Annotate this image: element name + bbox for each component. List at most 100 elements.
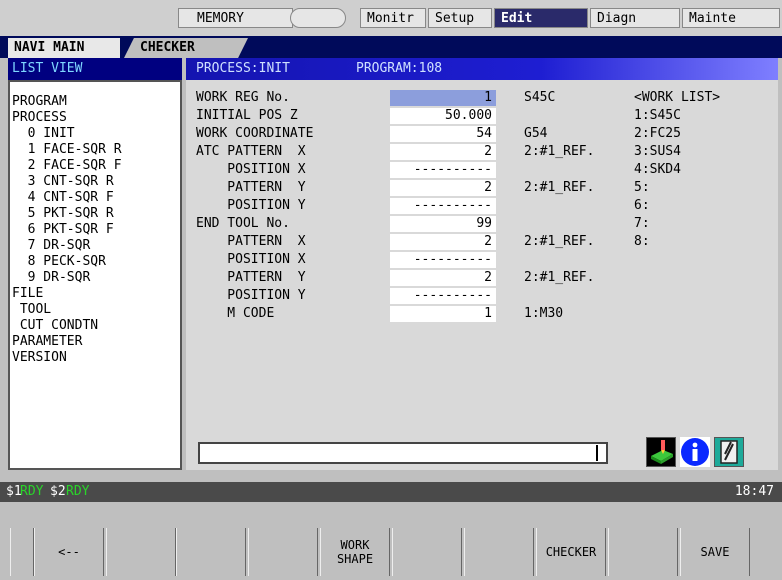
- work-reg-input[interactable]: 1: [390, 90, 496, 106]
- softkey-9[interactable]: [608, 528, 678, 576]
- mode-pill: [290, 8, 346, 28]
- softkey-4[interactable]: [248, 528, 318, 576]
- work-list-item: 8:: [634, 234, 650, 249]
- row-note: 2:#1_REF.: [524, 144, 595, 159]
- row-note: 2:#1_REF.: [524, 180, 595, 195]
- end-tool-no-input[interactable]: 99: [390, 216, 496, 232]
- atc-position-x-input[interactable]: ----------: [390, 162, 496, 178]
- tab-navi-main-label: NAVI MAIN: [14, 40, 85, 55]
- list-item-process[interactable]: PROCESS: [12, 110, 67, 126]
- clock: 18:47: [734, 484, 774, 499]
- list-item-process-3[interactable]: 3 CNT-SQR R: [12, 174, 114, 190]
- list-view-panel[interactable]: PROGRAM PROCESS 0 INIT 1 FACE-SQR R 2 FA…: [8, 80, 182, 470]
- work-list-title: <WORK LIST>: [634, 90, 721, 105]
- channel-2-ready: RDY: [66, 484, 90, 499]
- end-pattern-x-input[interactable]: 2: [390, 234, 496, 250]
- work-list-item: 4:SKD4: [634, 162, 681, 177]
- row-label: PATTERN X: [196, 234, 306, 249]
- end-pattern-y-input[interactable]: 2: [390, 270, 496, 286]
- info-icon[interactable]: [680, 437, 710, 467]
- list-item-process-6[interactable]: 6 PKT-SQR F: [12, 222, 114, 238]
- sub-tab-row: NAVI MAIN CHECKER: [0, 36, 782, 58]
- work-list-item: 7:: [634, 216, 650, 231]
- list-item-process-8[interactable]: 8 PECK-SQR: [12, 254, 106, 270]
- program-title: PROGRAM:108: [356, 61, 443, 76]
- row-label: POSITION Y: [196, 288, 306, 303]
- tab-checker[interactable]: CHECKER: [124, 38, 248, 58]
- list-item-process-5[interactable]: 5 PKT-SQR R: [12, 206, 114, 222]
- list-item-file[interactable]: FILE: [12, 286, 43, 302]
- end-position-y-input[interactable]: ----------: [390, 288, 496, 304]
- row-label: END TOOL No.: [196, 216, 290, 231]
- work-list-item: 2:FC25: [634, 126, 681, 141]
- command-input[interactable]: [198, 442, 608, 464]
- status-bar: $1 RDY $2 RDY 18:47: [0, 482, 782, 502]
- softkey-3[interactable]: [176, 528, 246, 576]
- tab-edit[interactable]: Edit: [494, 8, 588, 28]
- channel-1-ready: RDY: [20, 484, 44, 499]
- softkey-7[interactable]: [464, 528, 534, 576]
- softkey-checker[interactable]: CHECKER: [536, 528, 606, 576]
- list-item-process-2[interactable]: 2 FACE-SQR F: [12, 158, 122, 174]
- tab-mainte-label: Mainte: [689, 11, 736, 26]
- work-list-item: 6:: [634, 198, 650, 213]
- row-label: POSITION X: [196, 162, 306, 177]
- process-title: PROCESS:INIT: [196, 61, 290, 76]
- tab-setup[interactable]: Setup: [428, 8, 492, 28]
- tab-mainte[interactable]: Mainte: [682, 8, 780, 28]
- tab-checker-label: CHECKER: [140, 40, 195, 55]
- end-position-x-input[interactable]: ----------: [390, 252, 496, 268]
- workpiece-3d-icon[interactable]: [646, 437, 676, 467]
- list-item-process-1[interactable]: 1 FACE-SQR R: [12, 142, 122, 158]
- softkey-2[interactable]: [106, 528, 176, 576]
- tab-diagn-label: Diagn: [597, 11, 637, 26]
- atc-position-y-input[interactable]: ----------: [390, 198, 496, 214]
- row-label: POSITION X: [196, 252, 306, 267]
- list-view-title: LIST VIEW: [12, 61, 83, 76]
- list-item-process-7[interactable]: 7 DR-SQR: [12, 238, 91, 254]
- row-note: 2:#1_REF.: [524, 234, 595, 249]
- work-list-item: 3:SUS4: [634, 144, 681, 159]
- row-label: POSITION Y: [196, 198, 306, 213]
- work-coordinate-input[interactable]: 54: [390, 126, 496, 142]
- row-note: S45C: [524, 90, 556, 105]
- tab-setup-label: Setup: [435, 11, 475, 26]
- initial-pos-z-input[interactable]: 50.000: [390, 108, 496, 124]
- list-item-tool[interactable]: TOOL: [12, 302, 51, 318]
- list-item-program[interactable]: PROGRAM: [12, 94, 67, 110]
- list-item-version[interactable]: VERSION: [12, 350, 67, 366]
- text-cursor: [596, 445, 598, 461]
- work-list-item: 1:S45C: [634, 108, 681, 123]
- tool-icon[interactable]: [714, 437, 744, 467]
- list-item-process-0[interactable]: 0 INIT: [12, 126, 75, 142]
- memory-label: MEMORY: [197, 11, 244, 26]
- list-item-process-9[interactable]: 9 DR-SQR: [12, 270, 91, 286]
- tab-monitr-label: Monitr: [367, 11, 414, 26]
- atc-pattern-y-input[interactable]: 2: [390, 180, 496, 196]
- process-header: PROCESS:INIT PROGRAM:108: [186, 58, 778, 80]
- softkey-back[interactable]: <--: [34, 528, 104, 576]
- softkey-spacer: [10, 528, 34, 576]
- tab-navi-main[interactable]: NAVI MAIN: [8, 38, 120, 58]
- softkey-6[interactable]: [392, 528, 462, 576]
- row-label: WORK COORDINATE: [196, 126, 314, 141]
- list-item-cut-condtn[interactable]: CUT CONDTN: [12, 318, 98, 334]
- m-code-input[interactable]: 1: [390, 306, 496, 322]
- process-edit-panel: WORK REG No. 1 S45C INITIAL POS Z 50.000…: [186, 80, 778, 470]
- tab-monitr[interactable]: Monitr: [360, 8, 426, 28]
- list-item-parameter[interactable]: PARAMETER: [12, 334, 82, 350]
- row-label: INITIAL POS Z: [196, 108, 298, 123]
- list-item-process-4[interactable]: 4 CNT-SQR F: [12, 190, 114, 206]
- tab-edit-label: Edit: [501, 11, 533, 26]
- row-label: M CODE: [196, 306, 275, 321]
- row-label: PATTERN Y: [196, 180, 306, 195]
- work-list-item: 5:: [634, 180, 650, 195]
- row-label: PATTERN Y: [196, 270, 306, 285]
- atc-pattern-x-input[interactable]: 2: [390, 144, 496, 160]
- tab-diagn[interactable]: Diagn: [590, 8, 680, 28]
- row-note: 1:M30: [524, 306, 564, 321]
- softkey-work-shape[interactable]: WORK SHAPE: [320, 528, 390, 576]
- list-view-header: LIST VIEW: [8, 58, 182, 80]
- row-label: ATC PATTERN X: [196, 144, 306, 159]
- softkey-save[interactable]: SAVE: [680, 528, 750, 576]
